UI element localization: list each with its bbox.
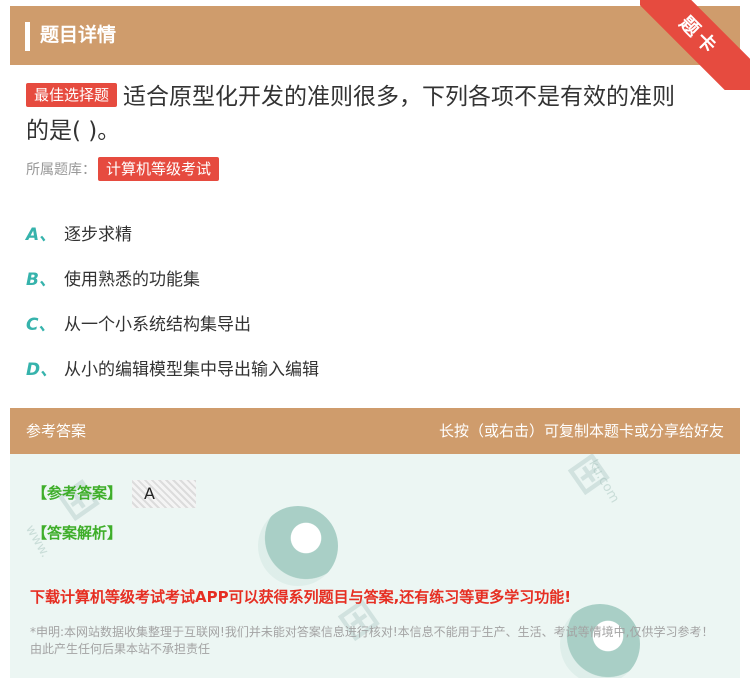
question-detail-header: 题目详情 xyxy=(10,6,740,65)
option-text: 从一个小系统结构集导出 xyxy=(64,315,251,335)
reference-answer-label: 【参考答案】 xyxy=(32,484,123,502)
option-letter: C、 xyxy=(26,315,56,335)
source-tag[interactable]: 计算机等级考试 xyxy=(98,157,220,181)
option-letter: D、 xyxy=(26,360,58,380)
corner-ribbon: 题卡 xyxy=(640,0,750,90)
option-text: 使用熟悉的功能集 xyxy=(64,270,200,290)
answer-body: ⊞ ⊞ ⊞ www. ku.com 【参考答案】 A 【答案解析】 下载计算机等… xyxy=(10,454,740,678)
option-letter: A、 xyxy=(26,225,57,245)
option-b[interactable]: B、 使用熟悉的功能集 xyxy=(26,255,319,300)
question-stem: 最佳选择题 适合原型化开发的准则很多，下列各项不是有效的准则 的是( )。 xyxy=(26,80,726,148)
question-type-tag: 最佳选择题 xyxy=(26,83,118,107)
answer-header: 参考答案 长按（或右击）可复制本题卡或分享给好友 xyxy=(10,408,740,454)
option-d[interactable]: D、 从小的编辑模型集中导出输入编辑 xyxy=(26,345,319,390)
options-list: A、 逐步求精 B、 使用熟悉的功能集 C、 从一个小系统结构集导出 D、 从小… xyxy=(26,210,319,390)
reference-answer-value: A xyxy=(132,480,196,508)
option-text: 从小的编辑模型集中导出输入编辑 xyxy=(64,360,319,380)
question-text-1: 适合原型化开发的准则很多，下列各项不是有效的准则 xyxy=(123,84,676,110)
share-hint: 长按（或右击）可复制本题卡或分享给好友 xyxy=(438,422,724,440)
ribbon-label: 题卡 xyxy=(640,0,750,90)
answer-analysis-label: 【答案解析】 xyxy=(32,524,123,542)
option-a[interactable]: A、 逐步求精 xyxy=(26,210,319,255)
option-text: 逐步求精 xyxy=(64,225,132,245)
question-source: 所属题库： 计算机等级考试 xyxy=(26,157,225,182)
question-text-2: 的是( )。 xyxy=(26,118,121,144)
app-promo-link[interactable]: 下载计算机等级考试考试APP可以获得系列题目与答案,还有练习等更多学习功能! xyxy=(30,586,571,607)
option-letter: B、 xyxy=(26,270,56,290)
header-title: 题目详情 xyxy=(40,24,117,46)
watermark-logo-icon xyxy=(258,506,338,586)
option-c[interactable]: C、 从一个小系统结构集导出 xyxy=(26,300,319,345)
source-label: 所属题库： xyxy=(26,162,96,178)
header-accent-bar xyxy=(25,22,30,51)
question-line-1: 最佳选择题 适合原型化开发的准则很多，下列各项不是有效的准则 xyxy=(26,80,726,114)
disclaimer-text: *申明:本网站数据收集整理于互联网!我们并未能对答案信息进行核对!本信息不能用于… xyxy=(30,625,714,656)
answer-header-title: 参考答案 xyxy=(26,422,87,440)
